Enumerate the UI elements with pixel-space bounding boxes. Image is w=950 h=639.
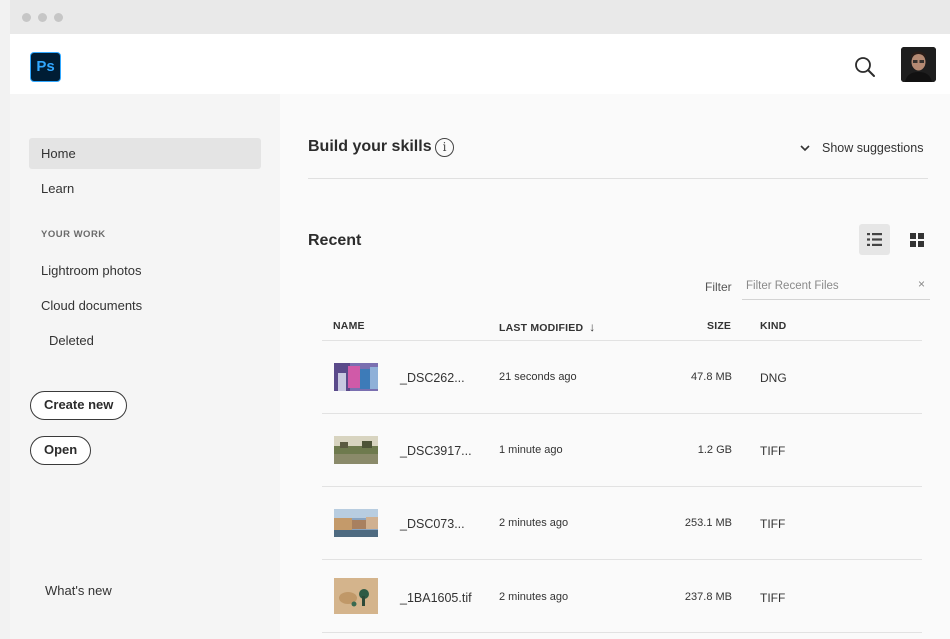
- info-icon[interactable]: i: [435, 138, 454, 157]
- whats-new-link[interactable]: What's new: [45, 583, 112, 598]
- file-modified: 21 seconds ago: [499, 371, 577, 383]
- column-header-last-modified[interactable]: LAST MODIFIED ↓: [499, 320, 595, 334]
- column-header-size[interactable]: SIZE: [707, 320, 731, 332]
- file-modified: 2 minutes ago: [499, 591, 569, 603]
- recent-title: Recent: [308, 232, 362, 249]
- file-kind: TIFF: [760, 591, 786, 605]
- minimize-window-button[interactable]: [38, 13, 47, 22]
- sidebar: Home Learn YOUR WORK Lightroom photos Cl…: [10, 94, 280, 639]
- photoshop-logo: Ps: [30, 52, 61, 82]
- sidebar-item-deleted[interactable]: Deleted: [29, 325, 261, 356]
- show-suggestions-toggle[interactable]: Show suggestions: [800, 141, 923, 155]
- close-icon[interactable]: ×: [918, 277, 925, 291]
- open-button[interactable]: Open: [30, 436, 92, 465]
- show-suggestions-label: Show suggestions: [822, 141, 924, 155]
- file-kind: TIFF: [760, 444, 786, 458]
- app-window: Ps Home Learn YOUR WORK Lightroom photos…: [10, 0, 950, 639]
- file-thumbnail: [334, 509, 378, 537]
- column-header-name[interactable]: NAME: [333, 320, 365, 332]
- file-name: _DSC262...: [400, 371, 465, 385]
- last-modified-label: LAST MODIFIED: [499, 322, 584, 334]
- list-view-button[interactable]: [859, 224, 890, 255]
- grid-view-icon: [910, 233, 924, 247]
- file-name: _1BA1605.tif: [400, 591, 472, 605]
- app-header: Ps: [10, 34, 950, 94]
- search-icon[interactable]: [852, 54, 878, 80]
- zoom-window-button[interactable]: [54, 13, 63, 22]
- grid-view-button[interactable]: [901, 224, 932, 255]
- your-work-heading: YOUR WORK: [41, 229, 106, 240]
- file-size: 47.8 MB: [691, 371, 732, 383]
- sidebar-item-lightroom-photos[interactable]: Lightroom photos: [29, 255, 261, 286]
- file-size: 237.8 MB: [684, 591, 732, 603]
- file-kind: TIFF: [760, 517, 786, 531]
- main-content: Build your skills i Show suggestions Rec…: [280, 94, 950, 639]
- close-window-button[interactable]: [22, 13, 31, 22]
- sidebar-item-cloud-documents[interactable]: Cloud documents: [29, 290, 261, 321]
- build-skills-title: Build your skills: [308, 138, 432, 155]
- row-divider: [322, 632, 922, 633]
- create-new-button[interactable]: Create new: [30, 391, 128, 420]
- divider: [308, 178, 928, 179]
- file-thumbnail: [334, 436, 378, 464]
- filter-recent-files-input[interactable]: [742, 273, 930, 300]
- filter-label: Filter: [705, 280, 732, 294]
- list-view-icon: [867, 233, 882, 246]
- title-bar: [10, 0, 950, 35]
- file-kind: DNG: [760, 371, 787, 385]
- file-thumbnail: [334, 363, 378, 391]
- column-header-kind[interactable]: KIND: [760, 320, 786, 332]
- table-row[interactable]: _DSC262... 21 seconds ago 47.8 MB DNG: [322, 341, 922, 413]
- sort-down-icon: ↓: [589, 320, 596, 334]
- chevron-down-icon: [800, 144, 810, 154]
- file-name: _DSC073...: [400, 517, 465, 531]
- table-row[interactable]: _1BA1605.tif 2 minutes ago 237.8 MB TIFF: [322, 560, 922, 632]
- file-size: 253.1 MB: [684, 517, 732, 529]
- sidebar-item-home[interactable]: Home: [29, 138, 261, 169]
- sidebar-item-learn[interactable]: Learn: [29, 173, 261, 204]
- table-row[interactable]: _DSC3917... 1 minute ago 1.2 GB TIFF: [322, 414, 922, 486]
- table-row[interactable]: _DSC073... 2 minutes ago 253.1 MB TIFF: [322, 487, 922, 559]
- avatar[interactable]: [901, 47, 936, 82]
- file-size: 1.2 GB: [697, 444, 732, 456]
- file-thumbnail: [334, 578, 378, 614]
- file-name: _DSC3917...: [400, 444, 472, 458]
- window-controls: [22, 13, 63, 22]
- file-modified: 1 minute ago: [499, 444, 563, 456]
- file-modified: 2 minutes ago: [499, 517, 569, 529]
